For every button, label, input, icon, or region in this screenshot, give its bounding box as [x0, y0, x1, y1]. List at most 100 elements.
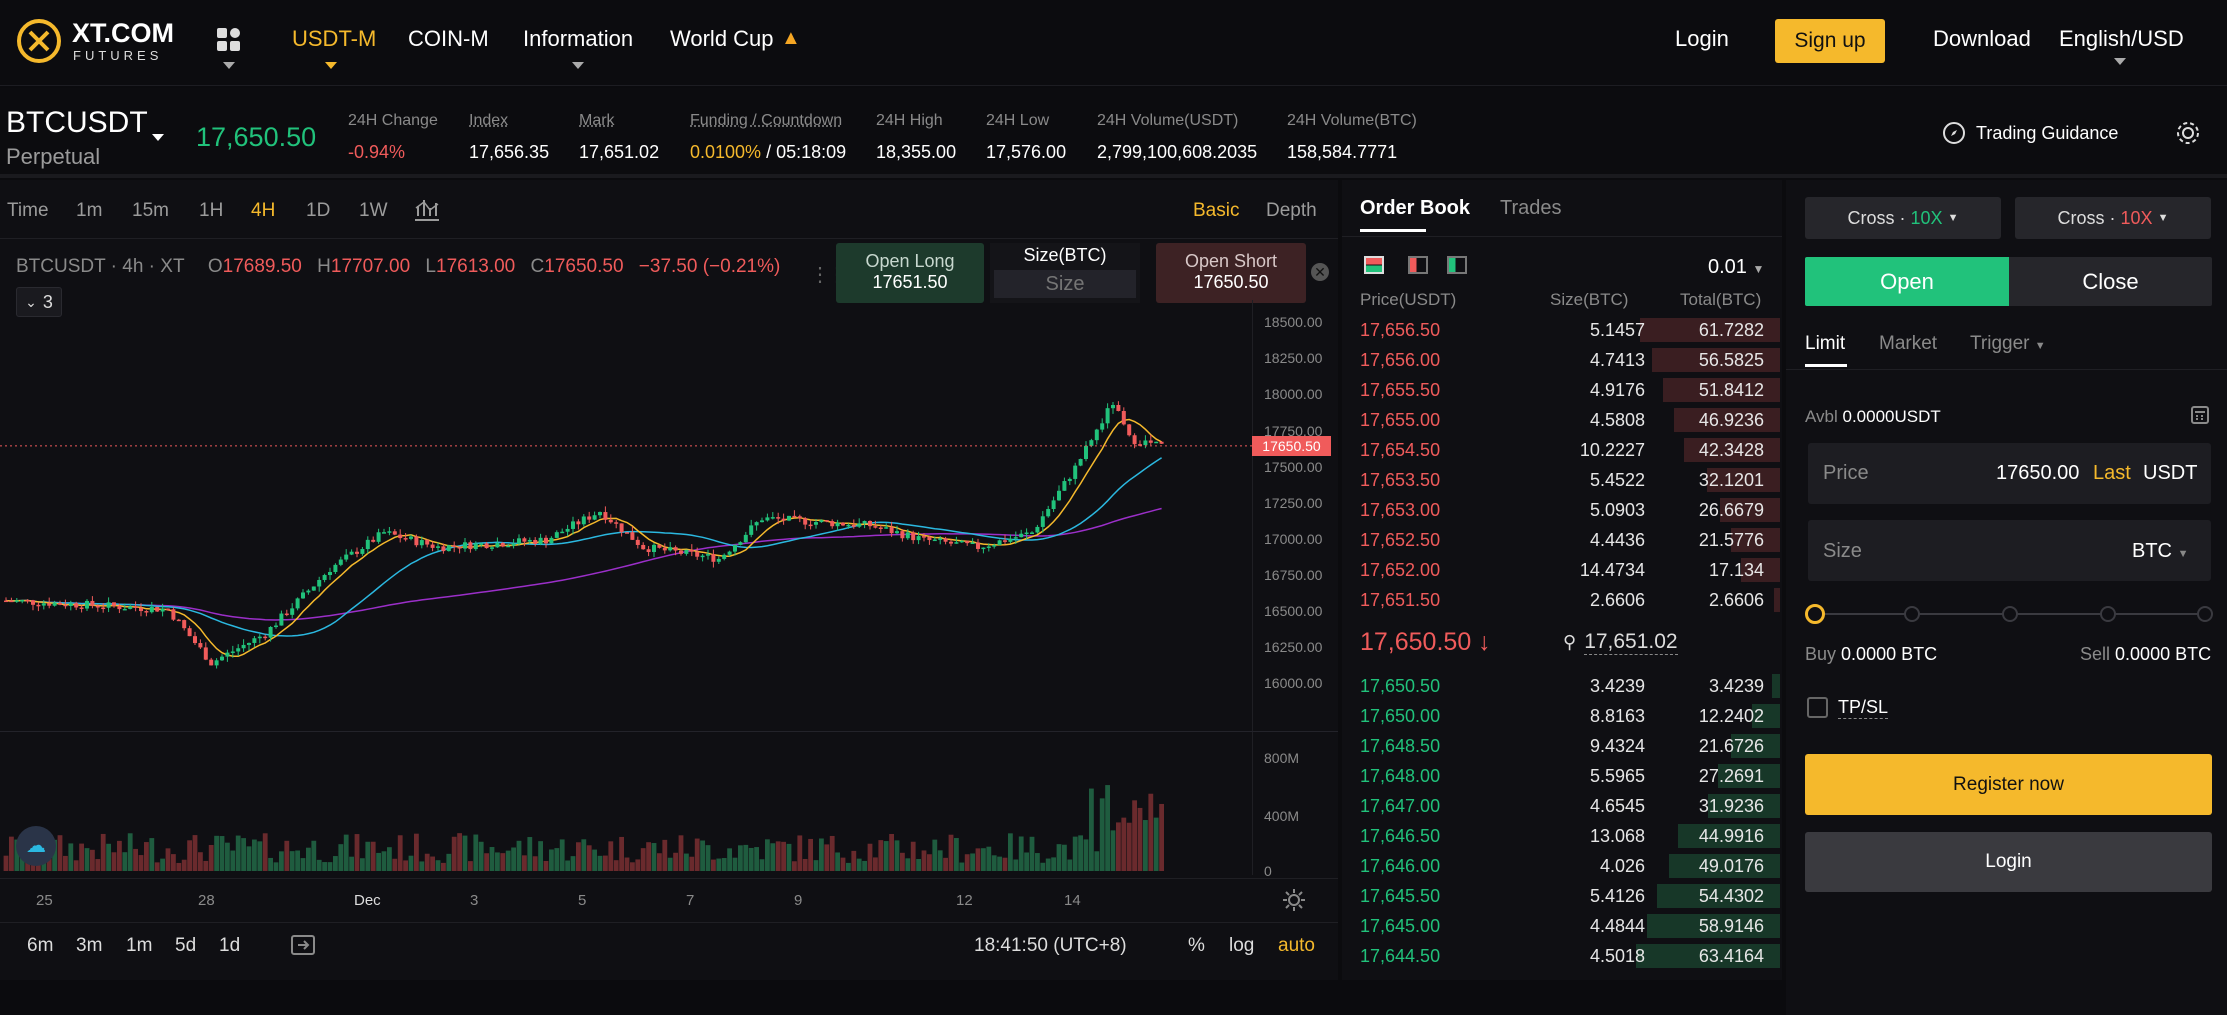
bid-row[interactable]: 17,646.50 13.068 44.9916 [1360, 822, 1780, 852]
ask-row[interactable]: 17,653.00 5.0903 26.6679 [1360, 496, 1780, 526]
language-currency-select[interactable]: English/USD [2059, 26, 2184, 52]
nav-world-cup[interactable]: World Cup [670, 26, 774, 52]
margin-mode-left[interactable]: Cross · 10X ▼ [1805, 197, 2001, 239]
log-toggle[interactable]: log [1229, 935, 1254, 957]
candle-body [365, 539, 370, 550]
date-range-icon[interactable] [290, 933, 316, 957]
tab-order-book[interactable]: Order Book [1360, 197, 1470, 220]
ask-row[interactable]: 17,651.50 2.6606 2.6606 [1360, 586, 1780, 616]
candle-body [927, 536, 932, 541]
bid-row[interactable]: 17,650.00 8.8163 12.2402 [1360, 702, 1780, 732]
ask-row[interactable]: 17,655.00 4.5808 46.9236 [1360, 406, 1780, 436]
ask-row[interactable]: 17,653.50 5.4522 32.1201 [1360, 466, 1780, 496]
ask-row[interactable]: 17,654.50 10.2227 42.3428 [1360, 436, 1780, 466]
size-slider[interactable] [1805, 604, 2213, 624]
bid-row[interactable]: 17,646.00 4.026 49.0176 [1360, 852, 1780, 882]
download-link[interactable]: Download [1933, 26, 2031, 52]
percent-toggle[interactable]: % [1188, 935, 1205, 957]
ask-row[interactable]: 17,656.00 4.7413 56.5825 [1360, 346, 1780, 376]
nav-usdt-m[interactable]: USDT-M [292, 26, 376, 52]
ticker-bar [0, 88, 2227, 178]
volume-bar [316, 859, 322, 871]
tf-4h[interactable]: 4H [251, 200, 275, 222]
ask-row[interactable]: 17,655.50 4.9176 51.8412 [1360, 376, 1780, 406]
calculator-icon[interactable] [2190, 405, 2210, 425]
ob-total: 54.4302 [1698, 886, 1764, 906]
sell-capacity: Sell 0.0000 BTC [2080, 644, 2212, 664]
last-price-shortcut[interactable]: Last [2093, 462, 2131, 485]
ask-row[interactable]: 17,652.50 4.4436 21.5776 [1360, 526, 1780, 556]
tf-1h[interactable]: 1H [199, 200, 223, 222]
volume-bar [84, 848, 90, 871]
view-asks-icon[interactable] [1408, 256, 1428, 274]
volume-bar [624, 857, 630, 871]
tpsl-checkbox[interactable] [1807, 697, 1828, 718]
close-tab-button[interactable]: Close [2009, 257, 2212, 306]
order-type-market[interactable]: Market [1879, 333, 1937, 355]
view-depth[interactable]: Depth [1266, 200, 1317, 222]
apps-grid-icon[interactable] [216, 27, 242, 53]
slider-knob[interactable] [1805, 604, 1825, 624]
settings-gear-icon[interactable] [2174, 119, 2202, 147]
login-link[interactable]: Login [1675, 26, 1729, 52]
bid-row[interactable]: 17,648.00 5.5965 27.2691 [1360, 762, 1780, 792]
ob-mark-price[interactable]: ⚲ 17,651.02 [1563, 630, 1678, 655]
range-1d[interactable]: 1d [219, 935, 240, 957]
range-3m[interactable]: 3m [76, 935, 102, 957]
tf-1d[interactable]: 1D [306, 200, 330, 222]
candlestick-chart[interactable] [0, 300, 1254, 875]
ask-row[interactable]: 17,652.00 14.4734 17.134 [1360, 556, 1780, 586]
close-widget-icon[interactable]: ✕ [1311, 263, 1329, 281]
nav-information[interactable]: Information [523, 26, 633, 52]
logo[interactable]: XT.COM FUTURES [16, 16, 186, 66]
open-tab-button[interactable]: Open [1805, 257, 2009, 306]
last-price-marker: 17650.50 [1252, 435, 1331, 456]
range-6m[interactable]: 6m [27, 935, 53, 957]
candle-body [284, 613, 289, 616]
ob-price: 17,650.00 [1360, 706, 1441, 726]
view-bids-icon[interactable] [1447, 256, 1467, 274]
bid-row[interactable]: 17,647.00 4.6545 31.9236 [1360, 792, 1780, 822]
symbol-dropdown-icon[interactable] [152, 134, 164, 141]
view-basic[interactable]: Basic [1193, 200, 1239, 222]
volume-bar [840, 857, 846, 871]
tpsl-label[interactable]: TP/SL [1838, 697, 1889, 719]
tf-15m[interactable]: 15m [132, 200, 169, 222]
bid-row[interactable]: 17,648.50 9.4324 21.6726 [1360, 732, 1780, 762]
margin-mode-right[interactable]: Cross · 10X ▼ [2015, 197, 2211, 239]
bid-row[interactable]: 17,650.50 3.4239 3.4239 [1360, 672, 1780, 702]
quick-size-input[interactable] [994, 270, 1136, 298]
sun-settings-icon[interactable] [1282, 888, 1306, 912]
stat-value-funding: 0.0100% / 05:18:09 [690, 142, 847, 162]
order-type-limit[interactable]: Limit [1805, 333, 1845, 355]
order-type-trigger[interactable]: Trigger ▼ [1970, 333, 2046, 355]
indicators-icon[interactable] [413, 196, 441, 222]
open-long-button[interactable]: Open Long 17651.50 [836, 243, 984, 303]
candle-body [322, 575, 327, 580]
tf-1m[interactable]: 1m [76, 200, 102, 222]
tab-trades[interactable]: Trades [1500, 197, 1562, 220]
bid-row[interactable]: 17,645.50 5.4126 54.4302 [1360, 882, 1780, 912]
size-field[interactable]: Size BTC ▼ [1808, 520, 2211, 581]
range-1m[interactable]: 1m [126, 935, 152, 957]
ask-row[interactable]: 17,656.50 5.1457 61.7282 [1360, 316, 1780, 346]
view-both-icon[interactable] [1364, 256, 1384, 274]
precision-select[interactable]: 0.01 ▼ [1708, 256, 1764, 279]
login-button[interactable]: Login [1805, 832, 2212, 892]
bid-row[interactable]: 17,645.00 4.4844 58.9146 [1360, 912, 1780, 942]
size-unit-select[interactable]: BTC ▼ [2132, 540, 2188, 563]
tf-1w[interactable]: 1W [359, 200, 388, 222]
tf-time[interactable]: Time [7, 200, 49, 222]
price-field[interactable]: Price 17650.00 Last USDT [1808, 443, 2211, 504]
trading-guidance-link[interactable]: Trading Guidance [1942, 120, 2118, 146]
range-5d[interactable]: 5d [175, 935, 196, 957]
symbol-name[interactable]: BTCUSDT [6, 106, 148, 140]
nav-coin-m[interactable]: COIN-M [408, 26, 489, 52]
signup-button[interactable]: Sign up [1775, 19, 1885, 63]
open-short-button[interactable]: Open Short 17650.50 [1156, 243, 1306, 303]
quick-size-label: Size(BTC) [1023, 245, 1107, 265]
auto-toggle[interactable]: auto [1278, 935, 1315, 957]
bid-row[interactable]: 17,644.50 4.5018 63.4164 [1360, 942, 1780, 972]
volume-bar [441, 862, 446, 871]
register-now-button[interactable]: Register now [1805, 754, 2212, 815]
